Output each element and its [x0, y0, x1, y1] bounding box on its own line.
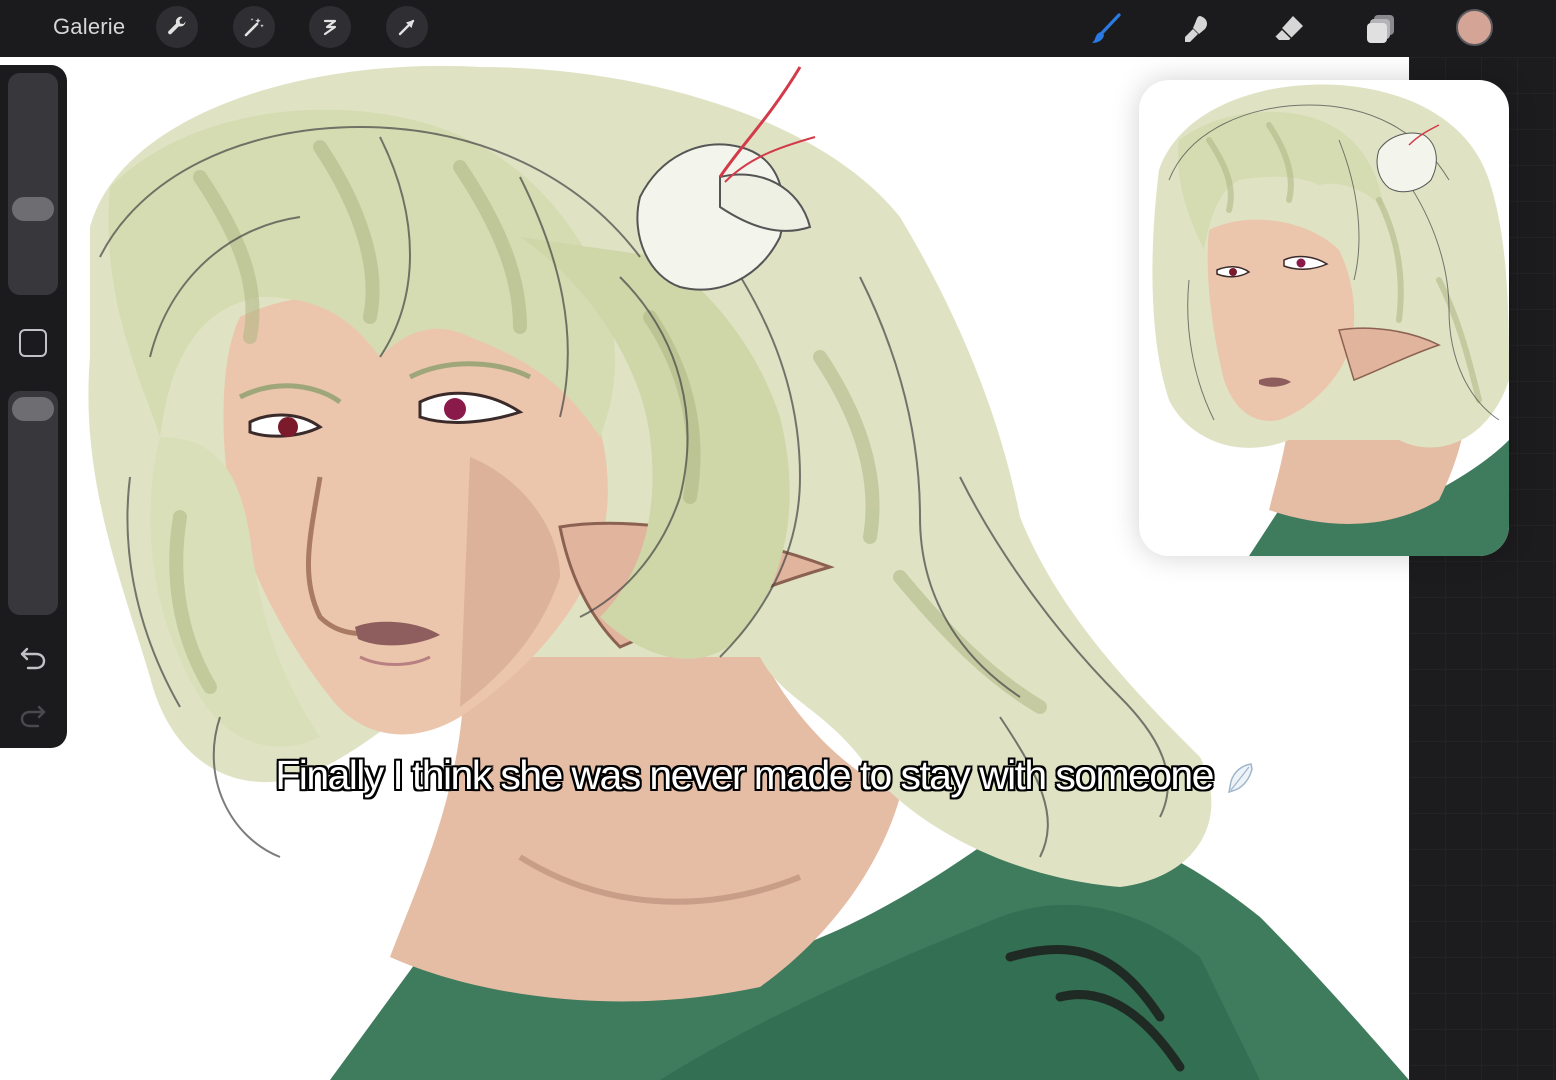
redo-button[interactable] — [16, 699, 50, 733]
selection-icon — [323, 19, 337, 36]
reference-thumbnail — [1152, 84, 1509, 556]
brush-icon — [1092, 13, 1121, 43]
brush-tool-button[interactable] — [1085, 8, 1127, 50]
undo-icon — [20, 647, 46, 670]
modify-button[interactable] — [19, 329, 47, 357]
undo-button[interactable] — [16, 641, 50, 675]
selection-button[interactable] — [309, 6, 351, 48]
feather-icon — [1227, 763, 1253, 794]
eraser-tool-button[interactable] — [1268, 8, 1310, 50]
left-sidebar — [0, 65, 67, 748]
caption-text: Finally I think she was never made to st… — [275, 752, 1214, 798]
smudge-tool-button[interactable] — [1176, 8, 1218, 50]
opacity-thumb[interactable] — [12, 397, 54, 421]
adjustments-button[interactable] — [233, 6, 275, 48]
reference-window[interactable] — [1139, 80, 1509, 556]
transform-button[interactable] — [386, 6, 428, 48]
redo-icon — [20, 705, 46, 728]
arrow-cursor-icon — [398, 19, 415, 36]
wrench-icon — [168, 16, 186, 35]
top-toolbar: Galerie — [0, 0, 1556, 57]
gallery-button[interactable]: Galerie — [53, 14, 125, 40]
layers-button[interactable] — [1360, 8, 1402, 50]
color-picker-button[interactable] — [1456, 9, 1493, 46]
actions-button[interactable] — [156, 6, 198, 48]
magic-wand-icon — [244, 18, 264, 37]
eraser-icon — [1274, 16, 1303, 40]
brush-size-slider[interactable] — [8, 73, 58, 295]
layers-icon — [1367, 15, 1394, 43]
video-caption: Finally I think she was never made to st… — [150, 752, 1380, 799]
smudge-icon — [1185, 16, 1208, 42]
brush-size-thumb[interactable] — [12, 197, 54, 221]
opacity-slider[interactable] — [8, 391, 58, 615]
